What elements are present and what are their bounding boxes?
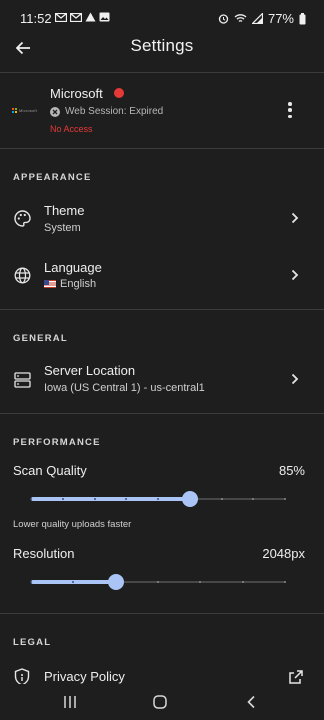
slider-tick [241,581,244,583]
section-header-performance: PERFORMANCE [13,437,101,448]
theme-value: System [44,222,81,234]
signal-icon [251,13,263,24]
us-flag-icon [44,280,56,289]
theme-setting[interactable]: Theme System [0,196,324,246]
slider-tick [284,581,286,583]
language-setting[interactable]: Language English [0,253,324,303]
cancel-circle-icon [50,106,60,117]
slider-thumb[interactable] [107,574,124,590]
slider-tick [284,498,286,500]
slider-thumb[interactable] [181,491,198,507]
slider-tick [30,498,32,500]
chevron-right-icon [290,372,300,386]
alarm-icon [218,14,229,24]
drive-icon [85,12,96,22]
slider-tick [30,581,32,583]
home-button[interactable] [148,692,172,712]
language-label: Language [44,260,102,275]
divider [0,413,324,414]
recents-icon [64,696,76,708]
microsoft-logo: Microsoft [12,106,38,114]
slider-fill [31,497,190,501]
status-time: 11:52 [20,11,52,26]
notification-icons [55,12,110,22]
scan-quality-value: 85% [278,463,305,478]
theme-label: Theme [44,203,85,218]
divider [0,72,324,73]
scan-quality-label: Scan Quality [13,463,87,478]
privacy-policy-label: Privacy Policy [44,669,125,684]
resolution-slider[interactable] [30,574,286,590]
language-value: English [60,278,97,290]
battery-percent: 77% [267,11,294,26]
language-value-row: English [44,278,96,290]
divider [0,309,324,310]
system-nav-bar [0,684,324,720]
slider-tick [93,498,96,500]
home-icon [153,695,167,709]
image-icon [99,12,110,22]
server-location-setting[interactable]: Server Location Iowa (US Central 1) - us… [0,357,324,407]
server-icon [13,371,31,389]
gmail-icon [55,12,67,22]
section-header-legal: LEGAL [13,637,52,648]
divider [0,613,324,614]
palette-icon [13,209,31,227]
system-icons: 77% [218,11,306,26]
server-location-label: Server Location [44,363,136,378]
scan-quality-hint: Lower quality uploads faster [13,519,132,530]
access-status: No Access [50,124,93,134]
status-bar: 11:52 77% [0,0,324,36]
globe-icon [13,266,31,284]
app-bar: Settings [0,36,324,62]
scan-quality-slider[interactable] [30,491,286,507]
slider-tick [157,498,159,500]
account-menu-button[interactable] [284,102,296,118]
resolution-label: Resolution [13,546,75,561]
resolution-value: 2048px [262,546,305,561]
slider-tick [61,498,64,500]
section-header-general: GENERAL [13,333,68,344]
gmail-icon [70,12,82,22]
wifi-icon [234,14,247,22]
section-header-appearance: APPEARANCE [13,172,92,183]
chevron-right-icon [290,268,300,282]
account-name: Microsoft [50,86,103,101]
more-vertical-icon [288,102,292,106]
back-icon [247,695,255,709]
chevron-right-icon [290,211,300,225]
session-status: Web Session: Expired [50,106,163,117]
account-row: Microsoft Microsoft Web Session: Expired… [0,76,324,146]
server-location-value: Iowa (US Central 1) - us-central1 [44,382,205,394]
status-indicator [114,88,124,98]
external-link-icon [288,669,304,685]
page-title: Settings [130,36,194,55]
session-text: Web Session: Expired [65,106,164,117]
battery-icon [299,12,306,24]
slider-tick [157,581,159,583]
divider [0,148,324,149]
nav-back-button[interactable] [239,692,263,712]
recents-button[interactable] [58,692,82,712]
slider-tick [220,498,223,500]
